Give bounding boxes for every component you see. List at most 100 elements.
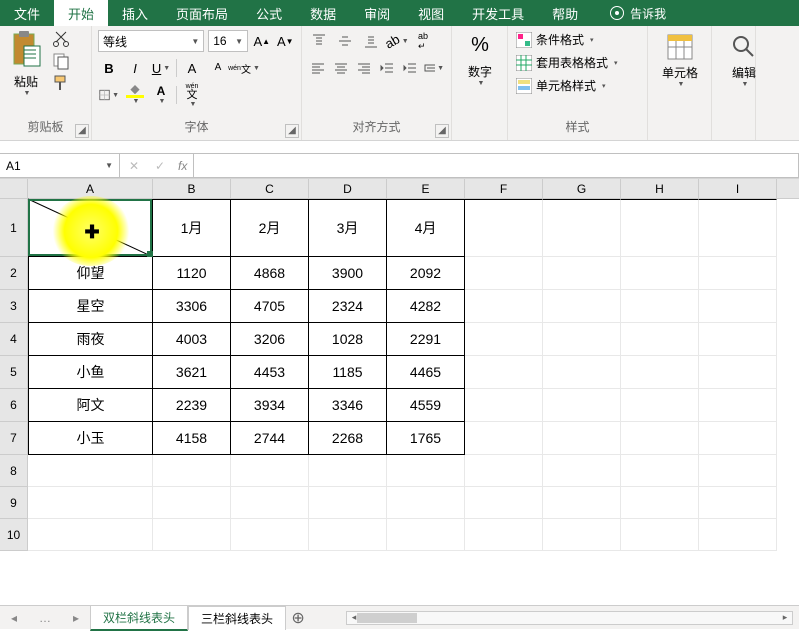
col-header-B[interactable]: B bbox=[153, 179, 231, 198]
scroll-thumb[interactable] bbox=[357, 613, 417, 623]
cell-D5[interactable]: 1185 bbox=[309, 356, 387, 389]
cell-G2[interactable] bbox=[543, 257, 621, 290]
cell-E10[interactable] bbox=[387, 519, 465, 551]
conditional-format-button[interactable]: 条件格式▾ bbox=[514, 30, 641, 49]
cell-A2[interactable]: 仰望 bbox=[28, 257, 153, 290]
decrease-indent-icon[interactable] bbox=[377, 57, 396, 79]
cell-F4[interactable] bbox=[465, 323, 543, 356]
tab-data[interactable]: 数据 bbox=[296, 0, 350, 26]
cell-H1[interactable] bbox=[621, 199, 699, 257]
cell-B10[interactable] bbox=[153, 519, 231, 551]
cell-C9[interactable] bbox=[231, 487, 309, 519]
cell-H9[interactable] bbox=[621, 487, 699, 519]
align-top-icon[interactable] bbox=[308, 30, 330, 52]
cell-G5[interactable] bbox=[543, 356, 621, 389]
shrink-font-button[interactable]: A bbox=[207, 57, 229, 79]
align-bottom-icon[interactable] bbox=[360, 30, 382, 52]
cell-F1[interactable] bbox=[465, 199, 543, 257]
align-right-icon[interactable] bbox=[354, 57, 373, 79]
cell-I1[interactable] bbox=[699, 199, 777, 257]
cell-A8[interactable] bbox=[28, 455, 153, 487]
cell-B8[interactable] bbox=[153, 455, 231, 487]
italic-button[interactable]: I bbox=[124, 57, 146, 79]
cell-E4[interactable]: 2291 bbox=[387, 323, 465, 356]
row-header-3[interactable]: 3 bbox=[0, 290, 28, 323]
cell-D1[interactable]: 3月 bbox=[309, 199, 387, 257]
number-dropdown-icon[interactable]: ▼ bbox=[478, 80, 485, 87]
font-size-combo[interactable]: 16▼ bbox=[208, 30, 248, 52]
format-painter-icon[interactable] bbox=[52, 74, 70, 92]
col-header-A[interactable]: A bbox=[28, 179, 153, 198]
cell-C7[interactable]: 2744 bbox=[231, 422, 309, 455]
cell-A1[interactable] bbox=[28, 199, 153, 257]
cell-F6[interactable] bbox=[465, 389, 543, 422]
cell-E5[interactable]: 4465 bbox=[387, 356, 465, 389]
cell-E8[interactable] bbox=[387, 455, 465, 487]
cell-I6[interactable] bbox=[699, 389, 777, 422]
decrease-font-icon[interactable]: A▼ bbox=[276, 30, 296, 52]
paste-dropdown-icon[interactable]: ▼ bbox=[8, 90, 46, 97]
cell-area[interactable]: 1月2月3月4月仰望1120486839002092星空330647052324… bbox=[28, 199, 777, 551]
tab-view[interactable]: 视图 bbox=[404, 0, 458, 26]
align-middle-icon[interactable] bbox=[334, 30, 356, 52]
col-header-C[interactable]: C bbox=[231, 179, 309, 198]
scroll-right-icon[interactable]: ▸ bbox=[778, 612, 792, 624]
cell-C1[interactable]: 2月 bbox=[231, 199, 309, 257]
cell-I5[interactable] bbox=[699, 356, 777, 389]
cell-E9[interactable] bbox=[387, 487, 465, 519]
cell-B2[interactable]: 1120 bbox=[153, 257, 231, 290]
col-header-I[interactable]: I bbox=[699, 179, 777, 198]
cell-G6[interactable] bbox=[543, 389, 621, 422]
sheet-tab-0[interactable]: 双栏斜线表头 bbox=[90, 605, 188, 631]
cell-E3[interactable]: 4282 bbox=[387, 290, 465, 323]
grow-font-button[interactable]: A bbox=[181, 57, 203, 79]
cell-C8[interactable] bbox=[231, 455, 309, 487]
cell-A5[interactable]: 小鱼 bbox=[28, 356, 153, 389]
cell-E7[interactable]: 1765 bbox=[387, 422, 465, 455]
cell-B3[interactable]: 3306 bbox=[153, 290, 231, 323]
increase-font-icon[interactable]: A▲ bbox=[252, 30, 272, 52]
phonetic-button[interactable]: wén文▼ bbox=[233, 57, 255, 79]
formula-cancel-icon[interactable]: ✕ bbox=[126, 159, 142, 173]
fill-color-button[interactable]: ▼ bbox=[124, 84, 146, 106]
bold-button[interactable]: B bbox=[98, 57, 120, 79]
cell-F7[interactable] bbox=[465, 422, 543, 455]
tab-file[interactable]: 文件 bbox=[0, 0, 54, 26]
row-header-2[interactable]: 2 bbox=[0, 257, 28, 290]
font-color-button[interactable]: A▼ bbox=[150, 84, 172, 106]
formula-input[interactable] bbox=[194, 153, 799, 178]
cell-B5[interactable]: 3621 bbox=[153, 356, 231, 389]
tell-me[interactable]: 告诉我 bbox=[610, 0, 666, 26]
font-name-combo[interactable]: 等线▼ bbox=[98, 30, 204, 52]
row-header-8[interactable]: 8 bbox=[0, 455, 28, 487]
number-label[interactable]: 数字 bbox=[468, 63, 492, 80]
cell-F9[interactable] bbox=[465, 487, 543, 519]
cell-C10[interactable] bbox=[231, 519, 309, 551]
cell-B1[interactable]: 1月 bbox=[153, 199, 231, 257]
cell-G3[interactable] bbox=[543, 290, 621, 323]
cell-E6[interactable]: 4559 bbox=[387, 389, 465, 422]
cell-B9[interactable] bbox=[153, 487, 231, 519]
align-launcher-icon[interactable]: ◢ bbox=[435, 124, 449, 138]
cell-G10[interactable] bbox=[543, 519, 621, 551]
sheet-nav-prev-icon[interactable]: … bbox=[39, 611, 51, 625]
horizontal-scrollbar[interactable]: ◂ ▸ bbox=[346, 611, 793, 625]
tab-insert[interactable]: 插入 bbox=[108, 0, 162, 26]
align-left-icon[interactable] bbox=[308, 57, 327, 79]
fx-icon[interactable]: fx bbox=[178, 159, 187, 173]
cell-H3[interactable] bbox=[621, 290, 699, 323]
cell-G9[interactable] bbox=[543, 487, 621, 519]
cell-H7[interactable] bbox=[621, 422, 699, 455]
row-header-1[interactable]: 1 bbox=[0, 199, 28, 257]
cell-D9[interactable] bbox=[309, 487, 387, 519]
wrap-text-icon[interactable]: ab↵ bbox=[412, 30, 434, 52]
tab-page-layout[interactable]: 页面布局 bbox=[162, 0, 242, 26]
sheet-nav-next-icon[interactable]: ▸ bbox=[73, 611, 79, 625]
editing-dropdown-icon[interactable]: ▼ bbox=[742, 81, 749, 88]
cell-D10[interactable] bbox=[309, 519, 387, 551]
cell-styles-button[interactable]: 单元格样式▾ bbox=[514, 76, 641, 95]
cell-C6[interactable]: 3934 bbox=[231, 389, 309, 422]
cell-I2[interactable] bbox=[699, 257, 777, 290]
cell-A7[interactable]: 小玉 bbox=[28, 422, 153, 455]
underline-button[interactable]: U▼ bbox=[150, 57, 172, 79]
